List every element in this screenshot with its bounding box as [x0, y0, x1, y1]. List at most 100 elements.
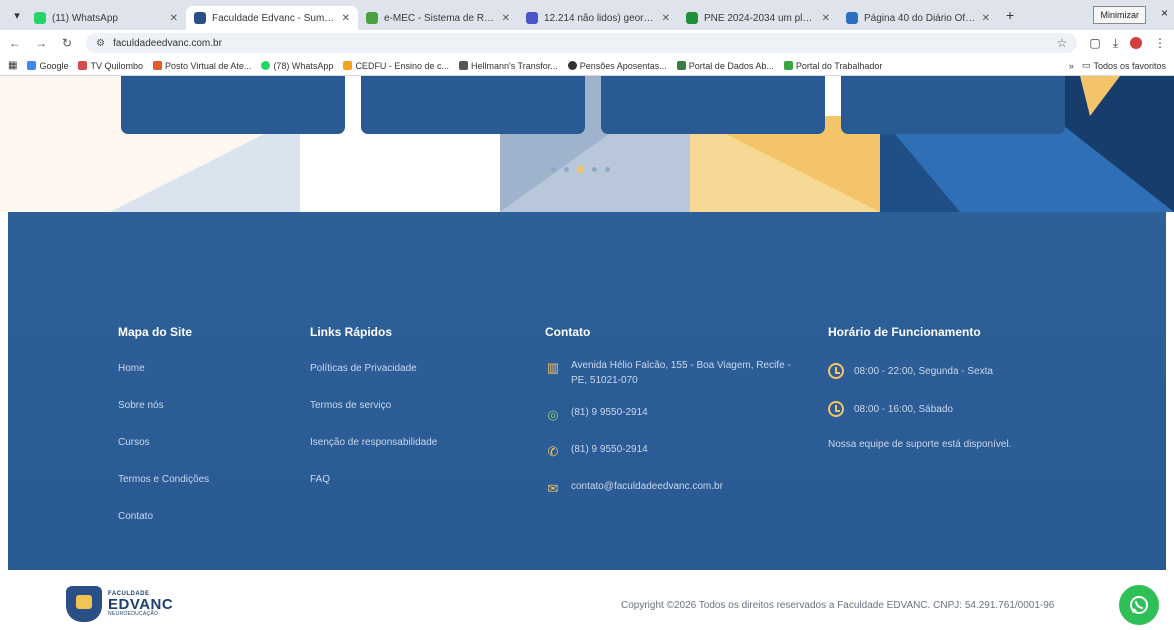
- footer-link-contato[interactable]: Contato: [118, 511, 209, 548]
- address-text: Avenida Hélio Falcão, 155 - Boa Viagem, …: [571, 360, 791, 386]
- hours-column: Horário de Funcionamento 08:00 - 22:00, …: [828, 325, 1128, 450]
- all-bookmarks-folder[interactable]: ▭ Todos os favoritos: [1082, 60, 1166, 71]
- hero-card[interactable]: [361, 76, 585, 134]
- bookmark-label: Pensões Aposentas...: [579, 60, 667, 71]
- bookmark-portal-dados[interactable]: Portal de Dados Ab...: [676, 61, 774, 71]
- minimize-tooltip: Minimizar: [1093, 6, 1146, 24]
- hero-card[interactable]: [841, 76, 1065, 134]
- new-tab-button[interactable]: +: [998, 7, 1022, 23]
- tab-emec[interactable]: e-MEC - Sistema de Regula... ✕: [358, 6, 518, 30]
- tab-search-icon[interactable]: ▾: [8, 6, 26, 24]
- tab-title: e-MEC - Sistema de Regula...: [384, 12, 496, 24]
- footer-link-termos-servico[interactable]: Termos de serviço: [310, 400, 437, 437]
- close-tab-icon[interactable]: ✕: [982, 13, 990, 24]
- portal-dados-icon: [676, 61, 686, 70]
- quick-links-title: Links Rápidos: [310, 325, 393, 339]
- close-tab-icon[interactable]: ✕: [170, 13, 178, 24]
- site-info-icon[interactable]: ⚙: [96, 38, 105, 49]
- close-tab-icon[interactable]: ✕: [822, 13, 830, 24]
- pensoes-icon: [567, 61, 577, 70]
- reload-icon[interactable]: ↻: [60, 36, 74, 50]
- close-tab-icon[interactable]: ✕: [342, 13, 350, 24]
- contact-email[interactable]: ✉ contato@faculdadeedvanc.com.br: [545, 480, 805, 499]
- bookmarks-bar: ▦ Google TV Quilombo Posto Virtual de At…: [0, 56, 1174, 76]
- bookmark-label: (78) WhatsApp: [273, 60, 334, 71]
- cedfu-icon: [343, 61, 353, 70]
- close-tab-icon[interactable]: ✕: [662, 13, 670, 24]
- bookmark-whatsapp[interactable]: (78) WhatsApp: [261, 61, 333, 71]
- bookmark-google[interactable]: Google: [27, 61, 68, 71]
- footer-link-faq[interactable]: FAQ: [310, 474, 437, 511]
- tv-icon: [78, 61, 88, 70]
- logo-shield-icon: [66, 586, 102, 622]
- site-footer: Mapa do Site Home Sobre nós Cursos Termo…: [8, 212, 1166, 570]
- bookmark-label: TV Quilombo: [90, 60, 144, 71]
- map-icon: ▥: [546, 360, 560, 375]
- contact-column: Contato ▥ Avenida Hélio Falcão, 155 - Bo…: [545, 325, 805, 517]
- carousel-dot[interactable]: [551, 167, 556, 172]
- footer-link-home[interactable]: Home: [118, 363, 209, 400]
- portal-trabalhador-icon: [783, 61, 793, 70]
- tab-title: Faculdade Edvanc - Summ...: [212, 12, 336, 24]
- logo-main-text: EDVANC: [108, 596, 174, 613]
- bookmark-cedfu[interactable]: CEDFU - Ensino de c...: [343, 61, 449, 71]
- whatsapp-icon: [1130, 596, 1148, 614]
- carousel-dot[interactable]: [564, 167, 569, 172]
- bookmark-posto-virtual[interactable]: Posto Virtual de Ate...: [153, 61, 251, 71]
- menu-icon[interactable]: ⋮: [1154, 36, 1166, 50]
- hero-card[interactable]: [121, 76, 345, 134]
- tab-faculdade-edvanc[interactable]: Faculdade Edvanc - Summ... ✕: [186, 6, 358, 30]
- hours-weekday-text: 08:00 - 22:00, Segunda - Sexta: [854, 365, 993, 377]
- bookmark-pensoes[interactable]: Pensões Aposentas...: [567, 60, 667, 71]
- hours-title: Horário de Funcionamento: [828, 325, 981, 339]
- bookmarks-more-icon[interactable]: »: [1069, 61, 1074, 71]
- bookmark-label: Google: [39, 60, 69, 71]
- contact-phone[interactable]: ✆ (81) 9 9550-2914: [545, 443, 805, 462]
- window-close-button[interactable]: ×: [1161, 6, 1168, 20]
- footer-link-cursos[interactable]: Cursos: [118, 437, 209, 474]
- whatsapp-float-button[interactable]: [1119, 585, 1159, 625]
- tab-whatsapp[interactable]: (11) WhatsApp ✕: [26, 6, 186, 30]
- tab-email[interactable]: 12.214 não lidos) george.o... ✕: [518, 6, 678, 30]
- close-tab-icon[interactable]: ✕: [502, 13, 510, 24]
- tab-pne[interactable]: PNE 2024-2034 um plano... ✕: [678, 6, 838, 30]
- extensions-icon[interactable]: ▢: [1089, 36, 1100, 50]
- carousel-dot-active[interactable]: [577, 166, 584, 173]
- footer-link-termos[interactable]: Termos e Condições: [118, 474, 209, 511]
- bookmark-tv-quilombo[interactable]: TV Quilombo: [78, 61, 143, 71]
- logo-sub-text: NEUROEDUCAÇÃO: [108, 611, 159, 617]
- sitemap-column: Mapa do Site Home Sobre nós Cursos Termo…: [118, 325, 209, 548]
- bookmark-label: Portal do Trabalhador: [795, 60, 883, 71]
- tab-title: Página 40 do Diário Oficial...: [864, 12, 976, 24]
- profile-avatar[interactable]: [1130, 37, 1142, 49]
- bookmark-label: Posto Virtual de Ate...: [165, 60, 252, 71]
- carousel-dot[interactable]: [605, 167, 610, 172]
- bookmark-hellmanns[interactable]: Hellmann's Transfor...: [458, 60, 558, 71]
- footer-link-privacidade[interactable]: Políticas de Privacidade: [310, 363, 437, 400]
- bookmark-label: Todos os favoritos: [1093, 60, 1166, 71]
- forward-icon[interactable]: →: [34, 36, 48, 50]
- bookmark-label: Hellmann's Transfor...: [470, 60, 558, 71]
- hours-saturday: 08:00 - 16:00, Sábado: [828, 401, 1128, 417]
- contact-address: ▥ Avenida Hélio Falcão, 155 - Boa Viagem…: [545, 359, 805, 388]
- footer-link-isencao[interactable]: Isenção de responsabilidade: [310, 437, 437, 474]
- hero-card[interactable]: [601, 76, 825, 134]
- carousel-dot[interactable]: [592, 167, 597, 172]
- bookmark-star-icon[interactable]: ☆: [1057, 36, 1068, 50]
- bookmark-portal-trabalhador[interactable]: Portal do Trabalhador: [783, 60, 883, 71]
- tab-diario-oficial[interactable]: Página 40 do Diário Oficial... ✕: [838, 6, 998, 30]
- url-input[interactable]: ⚙ faculdadeedvanc.com.br ☆: [86, 33, 1078, 53]
- contact-whatsapp[interactable]: ◎ (81) 9 9550-2914: [545, 406, 805, 425]
- whatsapp-icon: [261, 61, 271, 70]
- back-icon[interactable]: ←: [8, 36, 22, 50]
- edvanc-logo[interactable]: FACULDADE EDVANC NEUROEDUCAÇÃO: [66, 586, 173, 622]
- download-icon[interactable]: ⤓: [1113, 36, 1118, 51]
- emec-favicon-icon: [366, 12, 378, 24]
- tab-title: PNE 2024-2034 um plano...: [704, 12, 816, 24]
- footer-link-sobre[interactable]: Sobre nós: [118, 400, 209, 437]
- tab-title: 12.214 não lidos) george.o...: [544, 12, 656, 24]
- apps-grid-icon[interactable]: ▦: [8, 60, 17, 71]
- clock-icon: [828, 401, 844, 417]
- email-text: contato@faculdadeedvanc.com.br: [571, 480, 723, 492]
- copyright-text: Copyright ©2026 Todos os direitos reserv…: [621, 600, 1055, 611]
